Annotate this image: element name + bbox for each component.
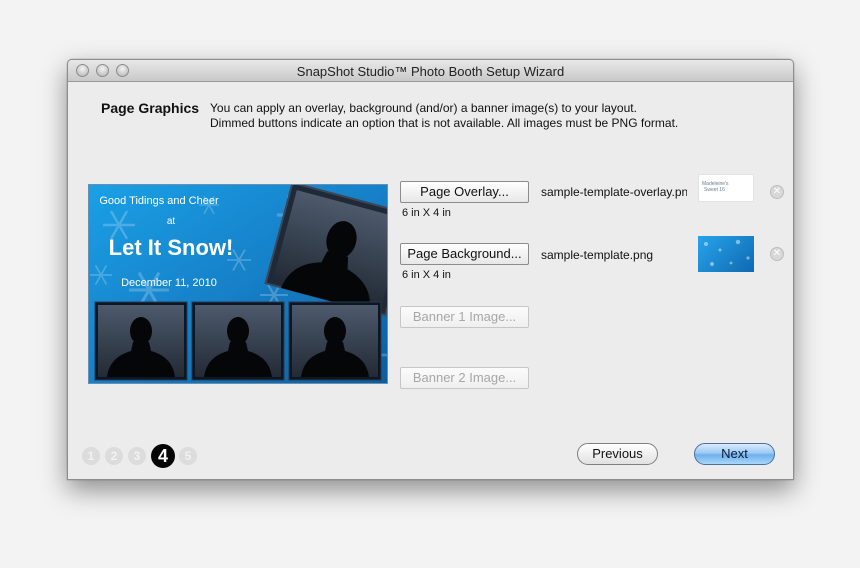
window-title: SnapShot Studio™ Photo Booth Setup Wizar… (296, 64, 565, 79)
preview-line-4: December 11, 2010 (121, 277, 217, 289)
page-title: Page Graphics (101, 100, 200, 116)
snowflake-pattern-icon (704, 239, 750, 266)
page-overlay-button[interactable]: Page Overlay... (400, 181, 529, 203)
preview-line-2: at (167, 216, 176, 227)
overlay-filename: sample-template-overlay.png (541, 185, 687, 199)
step-indicator-5: 5 (179, 447, 197, 465)
previous-button[interactable]: Previous (577, 443, 658, 465)
overlay-size-label: 6 in X 4 in (402, 207, 451, 219)
overlay-thumbnail: Madeleine's Sweet 16 (698, 174, 754, 202)
banner-2-image-button[interactable]: Banner 2 Image... (400, 367, 529, 389)
page-background-button[interactable]: Page Background... (400, 243, 529, 265)
background-size-label: 6 in X 4 in (402, 269, 451, 281)
remove-overlay-icon[interactable]: ✕ (770, 185, 784, 199)
layout-preview-image: Good Tidings and Cheer at Let It Snow! D… (89, 185, 387, 383)
overlay-thumbnail-text-2: Sweet 16 (704, 187, 725, 193)
title-bar: SnapShot Studio™ Photo Booth Setup Wizar… (68, 60, 793, 82)
preview-line-3: Let It Snow! (109, 235, 234, 260)
background-filename: sample-template.png (541, 248, 654, 262)
step-indicator-3: 3 (128, 447, 146, 465)
next-button[interactable]: Next (694, 443, 775, 465)
banner-1-image-button[interactable]: Banner 1 Image... (400, 306, 529, 328)
step-indicator-1: 1 (82, 447, 100, 465)
description-line-1: You can apply an overlay, background (an… (210, 101, 637, 115)
wizard-window: SnapShot Studio™ Photo Booth Setup Wizar… (67, 59, 794, 480)
preview-line-1: Good Tidings and Cheer (99, 195, 219, 207)
page-description: You can apply an overlay, background (an… (210, 101, 770, 131)
description-line-2: Dimmed buttons indicate an option that i… (210, 116, 679, 130)
layout-preview: Good Tidings and Cheer at Let It Snow! D… (88, 184, 388, 384)
step-indicator-4-current: 4 (151, 444, 175, 468)
background-thumbnail (698, 236, 754, 272)
remove-background-icon[interactable]: ✕ (770, 247, 784, 261)
step-indicator-2: 2 (105, 447, 123, 465)
